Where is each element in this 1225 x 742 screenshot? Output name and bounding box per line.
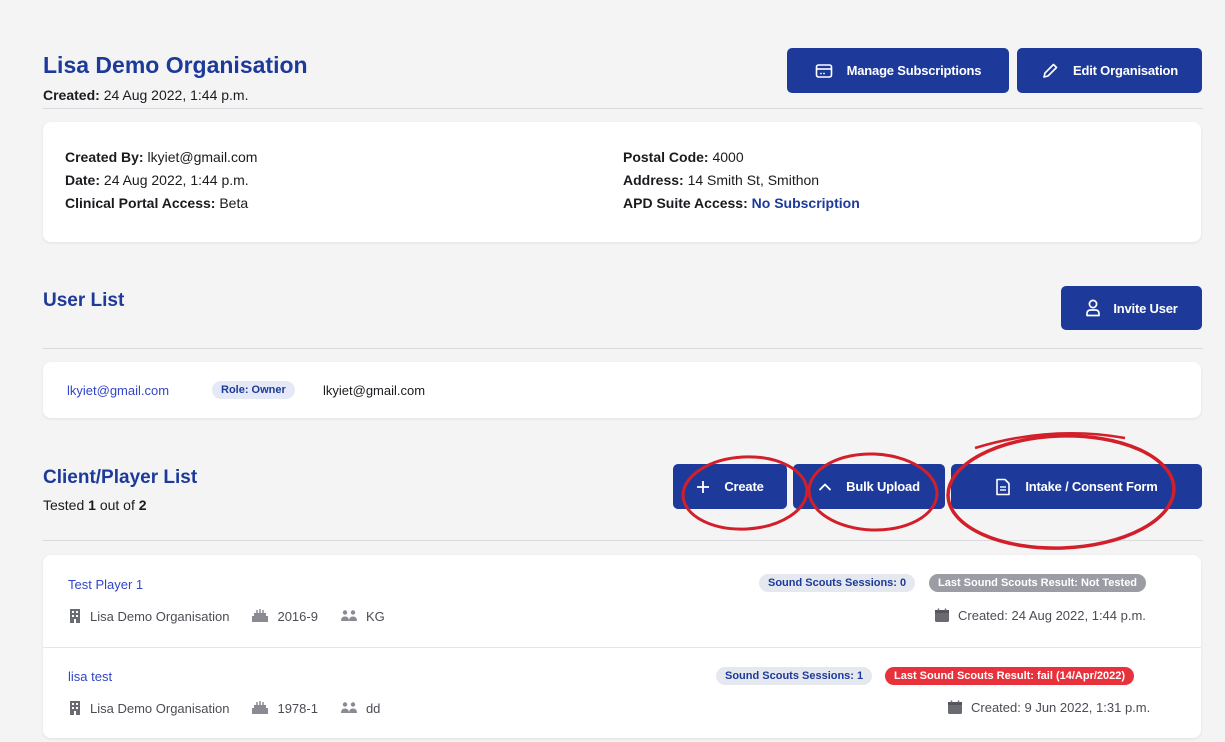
client-year: 1978-1: [277, 700, 318, 716]
user-name: lkyiet@gmail.com: [323, 383, 426, 398]
role-badge: Role: Owner: [212, 381, 295, 399]
birthday-cake-icon: [252, 609, 269, 622]
group-icon: [340, 702, 357, 713]
divider: [43, 108, 1203, 109]
client-org: Lisa Demo Organisation: [90, 608, 230, 624]
building-icon: [70, 701, 80, 715]
user-icon: [1086, 299, 1101, 317]
apd-suite-access: APD Suite Access: No Subscription: [623, 195, 860, 211]
apd-subscription-status[interactable]: No Subscription: [752, 195, 860, 211]
client-row[interactable]: lisa test Sound Scouts Sessions: 1 Last …: [43, 648, 1201, 738]
sessions-badge: Sound Scouts Sessions: 1: [716, 667, 873, 685]
postal-code: Postal Code: 4000: [623, 149, 744, 165]
client-list-title: Client/Player List: [43, 467, 198, 488]
chevron-up-icon: [819, 483, 832, 491]
client-org: Lisa Demo Organisation: [90, 700, 230, 716]
pencil-icon: [1043, 63, 1058, 78]
client-name-link[interactable]: Test Player 1: [68, 576, 143, 594]
manage-subscriptions-button[interactable]: Manage Subscriptions: [787, 48, 1009, 93]
page-title: Lisa Demo Organisation: [43, 52, 308, 78]
created-by: Created By: lkyiet@gmail.com: [65, 149, 258, 165]
result-badge: Last Sound Scouts Result: Not Tested: [929, 574, 1147, 592]
annotation-circle-intake-stroke: [974, 432, 1126, 450]
tested-summary: Tested 1 out of 2: [43, 497, 147, 513]
calendar-icon: [935, 608, 949, 622]
user-row: lkyiet@gmail.com Role: Owner lkyiet@gmai…: [43, 362, 1201, 418]
plus-icon: [697, 480, 710, 493]
calendar-icon: [948, 700, 962, 714]
client-group: KG: [365, 608, 385, 624]
client-created: Created: 24 Aug 2022, 1:44 p.m.: [934, 608, 1146, 623]
intake-consent-form-button[interactable]: Intake / Consent Form: [951, 464, 1202, 509]
divider: [43, 540, 1203, 541]
user-email-link[interactable]: lkyiet@gmail.com: [67, 382, 169, 400]
client-meta: Lisa Demo Organisation 1978-1 dd: [68, 700, 380, 716]
sessions-badge: Sound Scouts Sessions: 0: [759, 574, 916, 592]
edit-organisation-button[interactable]: Edit Organisation: [1017, 48, 1202, 93]
client-year: 2016-9: [277, 608, 318, 624]
document-icon: [996, 478, 1011, 495]
group-icon: [340, 610, 357, 621]
client-name-link[interactable]: lisa test: [68, 668, 112, 686]
bulk-upload-button[interactable]: Bulk Upload: [793, 464, 945, 509]
building-icon: [70, 609, 80, 623]
invite-user-button[interactable]: Invite User: [1061, 286, 1202, 330]
organisation-details-card: Created By: lkyiet@gmail.com Date: 24 Au…: [43, 122, 1201, 242]
result-badge: Last Sound Scouts Result: fail (14/Apr/2…: [885, 667, 1135, 685]
client-created: Created: 9 Jun 2022, 1:31 p.m.: [947, 700, 1150, 715]
create-button[interactable]: Create: [673, 464, 787, 509]
client-meta: Lisa Demo Organisation 2016-9 KG: [68, 608, 385, 624]
clinical-portal-access: Clinical Portal Access: Beta: [65, 195, 249, 211]
user-list-title: User List: [43, 290, 125, 311]
subscription-card-icon: [815, 63, 832, 78]
divider: [43, 348, 1203, 349]
birthday-cake-icon: [252, 701, 269, 714]
org-created: Created: 24 Aug 2022, 1:44 p.m.: [43, 87, 249, 103]
address: Address: 14 Smith St, Smithon: [623, 172, 820, 188]
client-group: dd: [365, 700, 381, 716]
date: Date: 24 Aug 2022, 1:44 p.m.: [65, 172, 249, 188]
client-row[interactable]: Test Player 1 Sound Scouts Sessions: 0 L…: [43, 555, 1201, 647]
